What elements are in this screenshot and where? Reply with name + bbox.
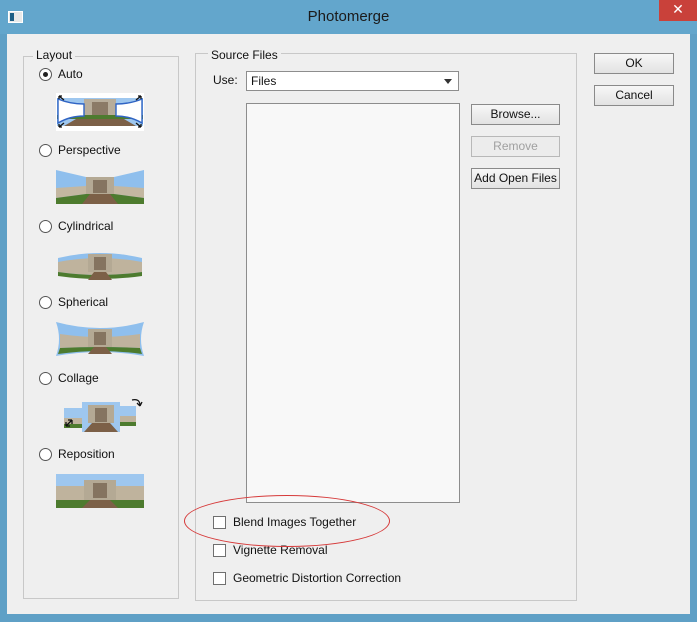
radio-collage-label: Collage <box>58 371 99 385</box>
dialog-body: Layout Auto Perspective Cylindrical Sphe… <box>7 34 690 614</box>
reposition-preview-image[interactable] <box>56 472 144 508</box>
radio-perspective-label: Perspective <box>58 143 121 157</box>
use-dropdown-value: Files <box>251 74 277 88</box>
highlight-ellipse <box>184 495 390 547</box>
browse-button[interactable]: Browse... <box>471 104 560 125</box>
geometric-distortion-checkbox[interactable] <box>213 572 226 585</box>
ok-button[interactable]: OK <box>594 53 674 74</box>
cylindrical-preview-image[interactable] <box>56 244 144 280</box>
window-title: Photomerge <box>307 8 390 25</box>
collage-preview-image[interactable] <box>56 396 148 436</box>
use-label: Use: <box>213 73 238 87</box>
title-bar[interactable]: Photomerge ✕ <box>0 0 697 34</box>
auto-preview-image[interactable] <box>56 93 144 131</box>
use-dropdown[interactable]: Files <box>246 71 459 91</box>
radio-spherical-button[interactable] <box>39 296 52 309</box>
radio-auto-button[interactable] <box>39 68 52 81</box>
add-open-files-button[interactable]: Add Open Files <box>471 168 560 189</box>
radio-spherical-label: Spherical <box>58 295 109 309</box>
close-icon[interactable]: ✕ <box>659 0 697 21</box>
layout-legend: Layout <box>33 48 76 62</box>
chevron-down-icon[interactable] <box>444 79 452 84</box>
remove-button[interactable]: Remove <box>471 136 560 157</box>
source-files-legend: Source Files <box>208 48 281 62</box>
radio-perspective-button[interactable] <box>39 144 52 157</box>
radio-cylindrical-button[interactable] <box>39 220 52 233</box>
radio-reposition-label: Reposition <box>58 447 115 461</box>
radio-reposition-button[interactable] <box>39 448 52 461</box>
vignette-removal-checkbox[interactable] <box>213 544 226 557</box>
radio-collage-button[interactable] <box>39 372 52 385</box>
perspective-preview-image[interactable] <box>56 168 144 204</box>
spherical-preview-image[interactable] <box>56 320 144 356</box>
radio-cylindrical-label: Cylindrical <box>58 219 114 233</box>
photomerge-window: Photomerge ✕ Layout Auto Perspective Cyl… <box>0 0 697 622</box>
source-files-list[interactable] <box>246 103 460 503</box>
geometric-distortion-label: Geometric Distortion Correction <box>233 571 402 585</box>
radio-auto-label: Auto <box>58 67 83 81</box>
cancel-button[interactable]: Cancel <box>594 85 674 106</box>
